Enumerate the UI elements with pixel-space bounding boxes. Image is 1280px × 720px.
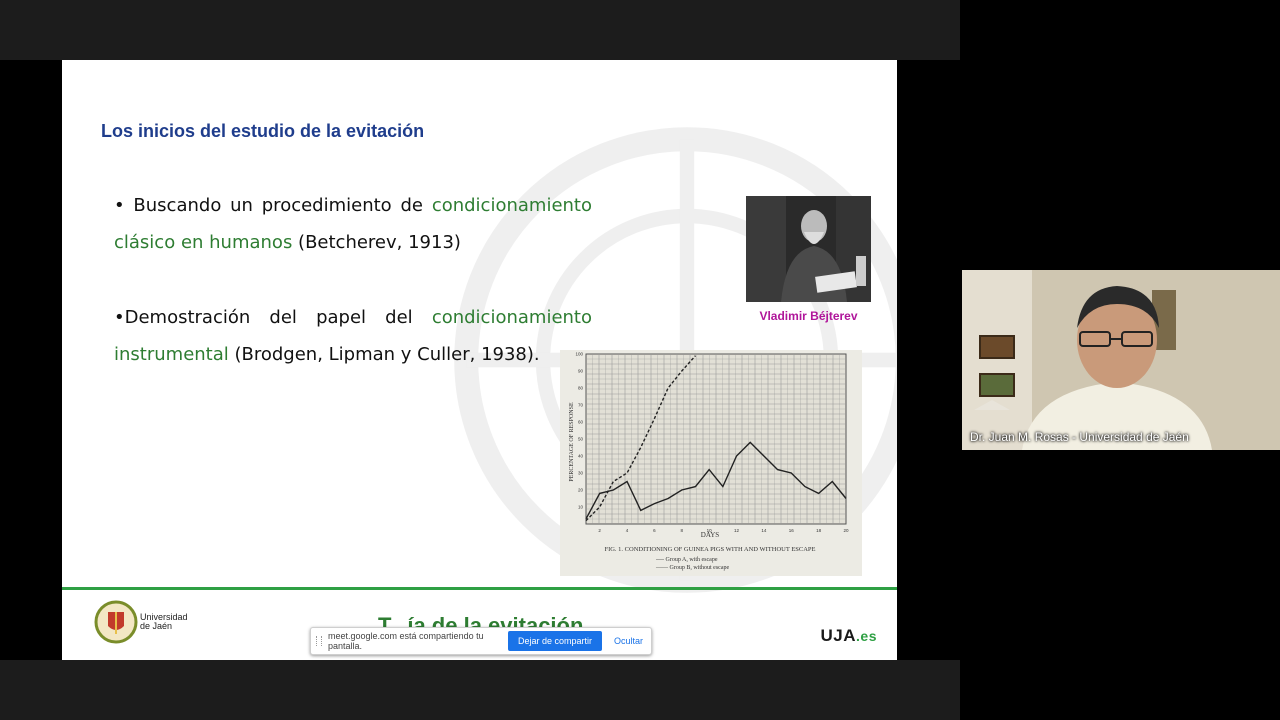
line-chart: 2 4 6 8 10 12 14 16 18 20102030405060708090100 PE… (569, 352, 849, 572)
bullet-citation: (Brodgen, Lipman y Culler, 1938). (228, 344, 540, 365)
screen-share-bar: meet.google.com está compartiendo tu pan… (310, 627, 652, 655)
y-tick-label: 10 (578, 505, 584, 510)
figure-caption: FIG. 1. CONDITIONING OF GUINEA PIGS WITH… (604, 546, 815, 553)
participant-video-feed (962, 270, 1280, 450)
x-tick-label: 12 (734, 528, 740, 533)
bottom-letterbox (0, 660, 960, 720)
legend-group-a: ---- Group A, with escape (656, 557, 718, 563)
y-tick-label: 90 (578, 369, 584, 374)
x-tick-label: 4 (626, 528, 629, 533)
y-tick-label: 40 (578, 454, 584, 459)
legend-group-b: —— Group B, without escape (655, 565, 729, 571)
y-tick-label: 70 (578, 403, 584, 408)
y-tick-label: 100 (575, 352, 583, 357)
university-name: Universidad de Jaén (140, 613, 188, 631)
bullet-text: • Buscando un procedimiento de (114, 195, 432, 216)
drag-handle-icon[interactable] (316, 636, 322, 646)
x-tick-label: 8 (681, 528, 684, 533)
brand-suffix: .es (856, 628, 877, 644)
x-tick-label: 6 (653, 528, 656, 533)
footer-divider (62, 587, 897, 590)
y-tick-label: 80 (578, 386, 584, 391)
uja-brand-logo: UJA.es (821, 626, 877, 646)
portrait-photo (746, 196, 871, 302)
x-tick-label: 18 (816, 528, 822, 533)
y-tick-label: 30 (578, 471, 584, 476)
stop-sharing-button[interactable]: Dejar de compartir (507, 631, 602, 651)
x-axis-label: DAYS (701, 531, 720, 539)
top-letterbox (0, 0, 960, 60)
bullet-citation: (Betcherev, 1913) (292, 232, 461, 253)
y-tick-label: 50 (578, 437, 584, 442)
x-tick-label: 16 (789, 528, 795, 533)
historical-figure: 2 4 6 8 10 12 14 16 18 20 10 20 30 40 50 60 70 80 90 100 PE… (560, 350, 862, 576)
share-message: meet.google.com está compartiendo tu pan… (328, 631, 484, 651)
presentation-slide: Los inicios del estudio de la evitación … (62, 60, 897, 660)
portrait-caption: Vladimir Béjterev (759, 309, 858, 323)
participant-name: Dr. Juan M. Rosas - Universidad de Jaén (970, 430, 1189, 444)
hide-button[interactable]: Ocultar (606, 631, 651, 651)
bullet-classical-conditioning: • Buscando un procedimiento de condicion… (114, 187, 592, 261)
bullet-text: •Demostración del papel del (114, 307, 432, 328)
participant-video-tile[interactable]: Dr. Juan M. Rosas - Universidad de Jaén (962, 270, 1280, 450)
university-name-line2: de Jaén (140, 621, 173, 631)
university-crest-icon (94, 600, 138, 644)
x-tick-label: 2 (598, 528, 601, 533)
y-tick-label: 60 (578, 420, 584, 425)
x-tick-label: 14 (761, 528, 767, 533)
brand-main: UJA (820, 626, 857, 645)
y-axis-label: PERCENTAGE OF RESPONSE (569, 402, 575, 482)
bullet-instrumental-conditioning: •Demostración del papel del condicionami… (114, 299, 592, 373)
x-tick-label: 20 (843, 528, 849, 533)
y-tick-label: 20 (578, 488, 584, 493)
slide-title: Los inicios del estudio de la evitación (101, 121, 425, 141)
